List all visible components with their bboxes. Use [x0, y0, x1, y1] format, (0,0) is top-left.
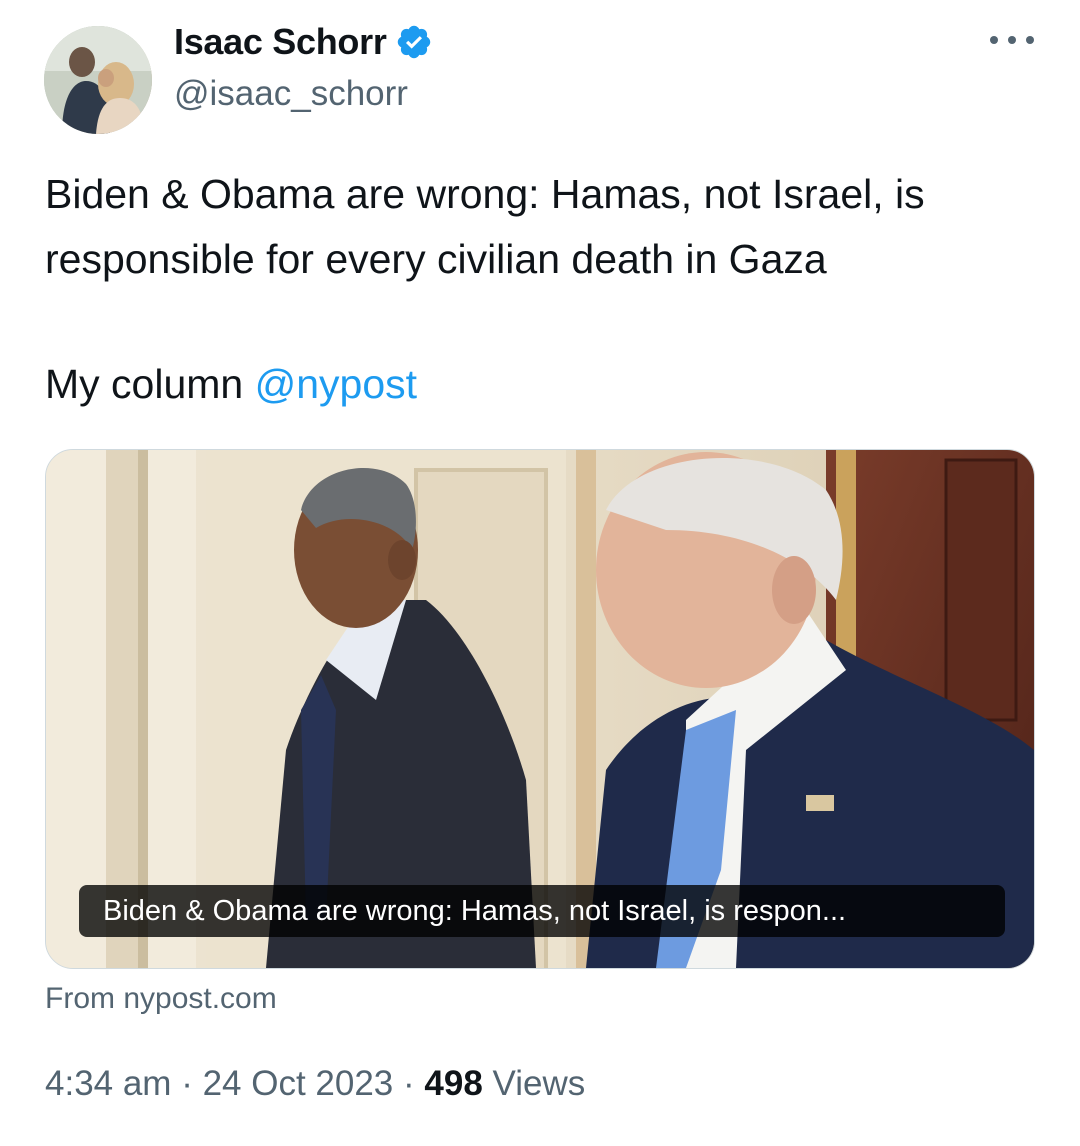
meta-separator: ·	[171, 1064, 203, 1103]
mention-link[interactable]: @nypost	[255, 361, 417, 407]
link-card[interactable]: Biden & Obama are wrong: Hamas, not Isra…	[45, 449, 1035, 969]
card-source[interactable]: From nypost.com	[45, 982, 277, 1016]
tweet-date[interactable]: 24 Oct 2023	[203, 1064, 394, 1103]
views-count: 498	[424, 1064, 483, 1103]
card-caption: Biden & Obama are wrong: Hamas, not Isra…	[79, 885, 1005, 937]
author-display-name[interactable]: Isaac Schorr	[174, 21, 387, 63]
tweet-meta: 4:34 am · 24 Oct 2023 · 498 Views	[45, 1064, 585, 1104]
author-handle[interactable]: @isaac_schorr	[174, 74, 408, 114]
tweet-text-prefix: My column	[45, 361, 255, 407]
tweet-text-second-line: My column @nypost	[45, 352, 1045, 417]
tweet[interactable]: Isaac Schorr @isaac_schorr Biden & Obama…	[0, 0, 1080, 1146]
tweet-text: Biden & Obama are wrong: Hamas, not Isra…	[45, 162, 1045, 417]
author-name-row[interactable]: Isaac Schorr	[174, 20, 433, 64]
tweet-text-main: Biden & Obama are wrong: Hamas, not Isra…	[45, 171, 925, 282]
avatar[interactable]	[44, 26, 152, 134]
avatar-image	[44, 26, 152, 134]
tweet-time[interactable]: 4:34 am	[45, 1064, 171, 1103]
views-label: Views	[492, 1064, 586, 1103]
more-options-icon[interactable]	[990, 28, 1034, 52]
meta-separator: ·	[393, 1064, 425, 1103]
verified-badge-icon[interactable]	[395, 23, 433, 61]
